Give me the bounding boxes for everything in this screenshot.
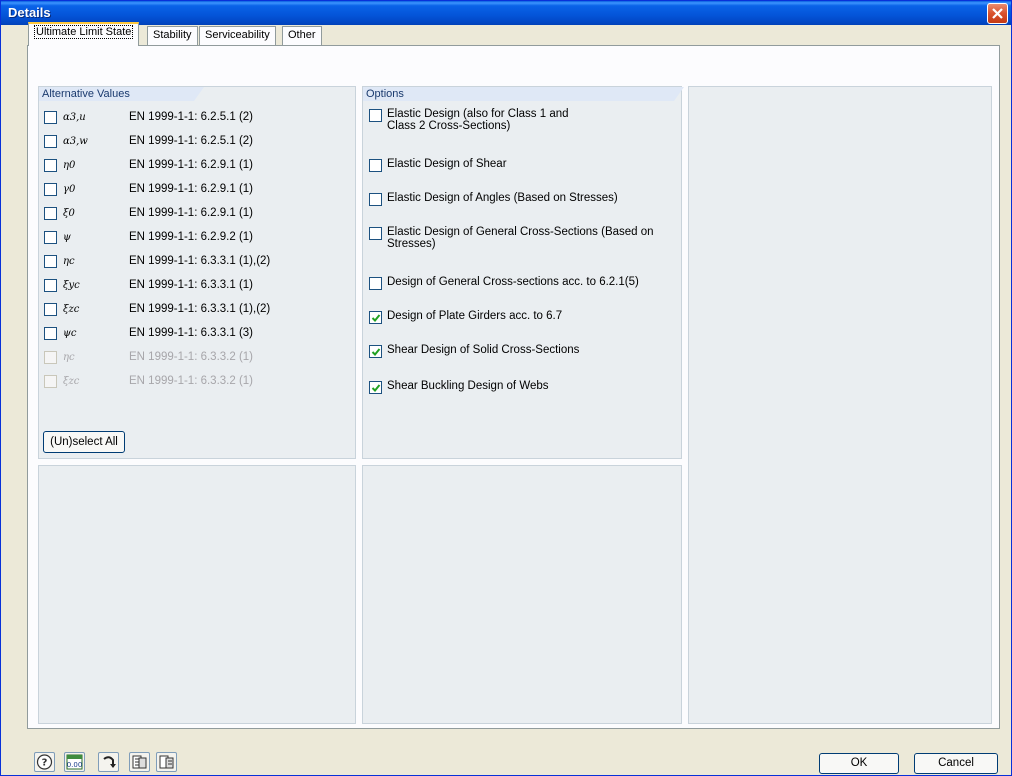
alt-value-checkbox[interactable] <box>44 279 57 292</box>
alt-value-symbol: γ0 <box>63 184 76 195</box>
option-label-continued: Stresses) <box>387 238 436 250</box>
alt-value-reference: EN 1999-1-1: 6.3.3.1 (1),(2) <box>129 255 271 267</box>
alt-value-checkbox[interactable] <box>44 255 57 268</box>
bottom-left-panel <box>38 465 356 724</box>
number-format-button[interactable]: 0.00 <box>64 752 85 772</box>
alt-value-reference: EN 1999-1-1: 6.2.9.1 (1) <box>129 159 254 171</box>
alt-value-reference: EN 1999-1-1: 6.3.3.1 (1),(2) <box>129 303 271 315</box>
number-format-icon: 0.00 <box>66 754 83 770</box>
alt-value-reference: EN 1999-1-1: 6.3.3.1 (1) <box>129 279 254 291</box>
alt-value-reference: EN 1999-1-1: 6.2.5.1 (2) <box>129 111 254 123</box>
tab-other[interactable]: Other <box>282 26 322 45</box>
alt-value-symbol: α3,u <box>63 112 86 123</box>
alt-value-reference: EN 1999-1-1: 6.3.3.2 (1) <box>129 351 254 363</box>
alt-value-reference: EN 1999-1-1: 6.2.9.1 (1) <box>129 183 254 195</box>
import-button[interactable] <box>156 752 177 772</box>
options-header: Options <box>363 87 684 101</box>
alt-value-symbol: ξzc <box>63 376 80 387</box>
checkmark-icon <box>371 384 381 392</box>
option-label: Elastic Design of Angles (Based on Stres… <box>387 192 618 204</box>
alt-value-reference: EN 1999-1-1: 6.2.9.2 (1) <box>129 231 254 243</box>
title-bar[interactable]: Details <box>1 1 1011 25</box>
alternative-values-panel: Alternative Values α3,u EN 1999-1-1: 6.2.… <box>38 86 356 459</box>
tab-ultimate-limit-state[interactable]: Ultimate Limit State <box>28 22 140 46</box>
tab-stability[interactable]: Stability <box>147 26 198 45</box>
alt-value-symbol: ξyc <box>63 280 80 291</box>
alt-value-checkbox[interactable] <box>44 207 57 220</box>
alt-value-reference: EN 1999-1-1: 6.2.9.1 (1) <box>129 207 254 219</box>
option-label: Shear Buckling Design of Webs <box>387 380 549 392</box>
details-dialog: Details Ultimate Limit State Stability S… <box>0 0 1012 776</box>
option-checkbox[interactable] <box>369 277 382 290</box>
reset-default-icon <box>103 756 116 768</box>
alt-value-checkbox[interactable] <box>44 111 57 124</box>
cancel-button[interactable]: Cancel <box>914 753 998 774</box>
alt-value-reference: EN 1999-1-1: 6.2.5.1 (2) <box>129 135 254 147</box>
alt-value-reference: EN 1999-1-1: 6.3.3.1 (3) <box>129 327 254 339</box>
alt-value-checkbox[interactable] <box>44 327 57 340</box>
alt-value-checkbox[interactable] <box>44 183 57 196</box>
close-button[interactable] <box>987 3 1008 24</box>
alt-value-checkbox <box>44 375 57 388</box>
svg-text:0.00: 0.00 <box>67 761 83 769</box>
alt-value-checkbox[interactable] <box>44 159 57 172</box>
close-icon <box>992 8 1003 19</box>
alternative-values-header: Alternative Values <box>39 87 204 101</box>
option-checkbox[interactable] <box>369 159 382 172</box>
alt-value-symbol: ψc <box>63 328 77 339</box>
option-label: Design of Plate Girders acc. to 6.7 <box>387 310 563 322</box>
alt-value-reference: EN 1999-1-1: 6.3.3.2 (1) <box>129 375 254 387</box>
option-label: Elastic Design of General Cross-Sections… <box>387 226 654 238</box>
help-button[interactable]: ? <box>34 752 55 772</box>
option-checkbox[interactable] <box>369 345 382 358</box>
help-icon: ? <box>36 754 53 770</box>
alt-value-checkbox[interactable] <box>44 303 57 316</box>
alt-value-symbol: η0 <box>63 160 76 171</box>
ok-button[interactable]: OK <box>819 753 899 774</box>
alt-value-symbol: ηc <box>63 256 75 267</box>
option-checkbox[interactable] <box>369 381 382 394</box>
alt-value-symbol: ξ0 <box>63 208 75 219</box>
alt-value-symbol: ψ <box>63 232 71 243</box>
option-checkbox[interactable] <box>369 311 382 324</box>
window-title: Details <box>8 5 51 20</box>
export-button[interactable] <box>129 752 150 772</box>
option-label: Design of General Cross-sections acc. to… <box>387 276 639 288</box>
alt-value-checkbox <box>44 351 57 364</box>
option-checkbox[interactable] <box>369 109 382 122</box>
options-panel: Options Elastic Design (also for Class 1… <box>362 86 684 459</box>
bottom-middle-panel <box>362 465 682 724</box>
alt-value-checkbox[interactable] <box>44 135 57 148</box>
option-label: Elastic Design of Shear <box>387 158 507 170</box>
option-label-continued: Class 2 Cross-Sections) <box>387 120 511 132</box>
right-panel <box>688 86 992 724</box>
reset-default-button[interactable] <box>98 752 119 772</box>
unselect-all-button[interactable]: (Un)select All <box>43 431 125 453</box>
option-label: Elastic Design (also for Class 1 and <box>387 108 569 120</box>
tab-panel-ultimate-limit-state: Alternative Values α3,u EN 1999-1-1: 6.2.… <box>27 45 1000 729</box>
option-checkbox[interactable] <box>369 193 382 206</box>
svg-text:?: ? <box>42 758 48 769</box>
checkmark-icon <box>371 314 381 322</box>
tab-serviceability[interactable]: Serviceability <box>199 26 276 45</box>
alt-value-checkbox[interactable] <box>44 231 57 244</box>
option-label: Shear Design of Solid Cross-Sections <box>387 344 580 356</box>
import-icon <box>159 755 174 769</box>
alt-value-symbol: ξzc <box>63 304 80 315</box>
option-checkbox[interactable] <box>369 227 382 240</box>
alt-value-symbol: α3,w <box>63 136 88 147</box>
alt-value-symbol: ηc <box>63 352 75 363</box>
export-icon <box>132 755 147 769</box>
checkmark-icon <box>371 348 381 356</box>
